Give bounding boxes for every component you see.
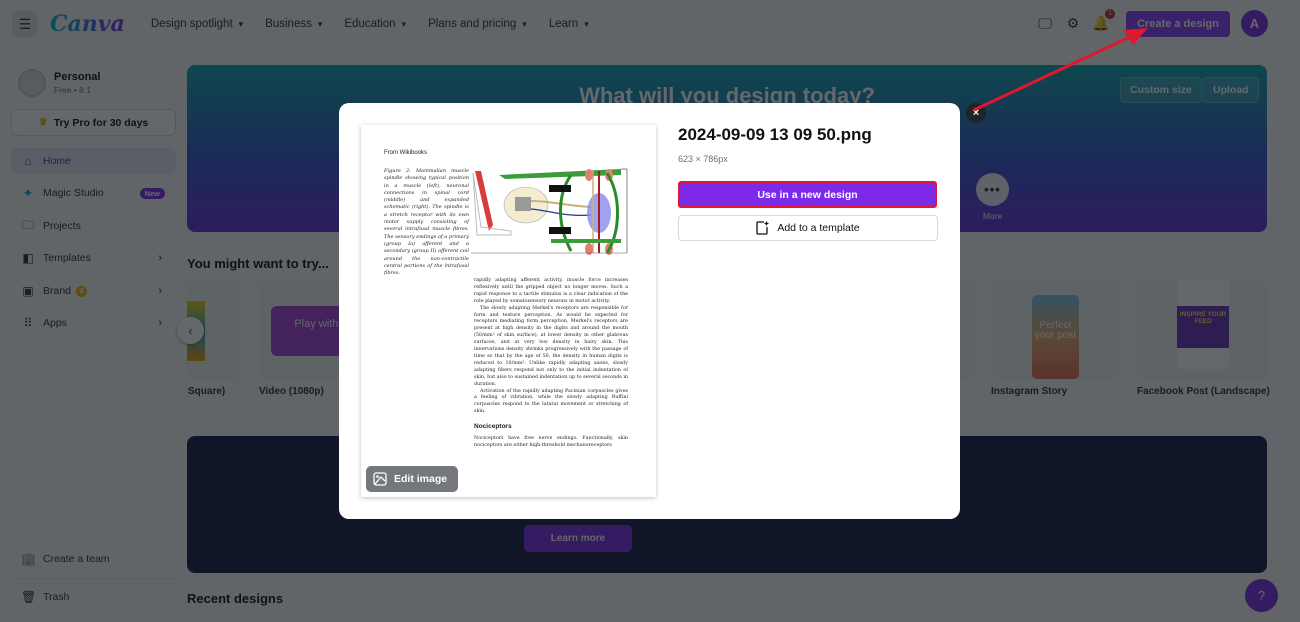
add-template-label: Add to a template (777, 222, 860, 234)
doc-paragraph: Nociceptors have free nerve endings. Fun… (474, 436, 628, 448)
muscle-spindle-figure (471, 165, 629, 255)
edit-image-button[interactable]: Edit image (366, 466, 459, 492)
image-preview-dialog: From Wikibooks Figure 2: Mammalian muscl… (339, 103, 960, 519)
doc-paragraph: The slowly adapting Merkel's receptors a… (474, 305, 628, 387)
edit-image-label: Edit image (394, 473, 448, 485)
edit-image-icon (373, 472, 387, 486)
file-name: 2024-09-09 13 09 50.png (678, 125, 872, 144)
add-to-template-button[interactable]: Add to a template (678, 215, 938, 241)
add-template-icon (756, 221, 769, 235)
doc-body-text: rapidly adapting afferent activity, musc… (474, 278, 628, 450)
file-dimensions: 623 × 786px (678, 154, 728, 164)
close-icon[interactable]: × (966, 103, 986, 123)
doc-paragraph: Activation of the rapidly adapting Pacin… (474, 388, 628, 415)
doc-heading: Nociceptors (474, 423, 512, 431)
use-in-new-design-button[interactable]: Use in a new design (678, 181, 937, 208)
image-preview: From Wikibooks Figure 2: Mammalian muscl… (361, 125, 656, 497)
doc-source: From Wikibooks (384, 150, 428, 156)
doc-paragraph: rapidly adapting afferent activity, musc… (474, 278, 628, 304)
doc-figure-caption: Figure 2: Mammalian muscle spindle showi… (384, 168, 469, 277)
